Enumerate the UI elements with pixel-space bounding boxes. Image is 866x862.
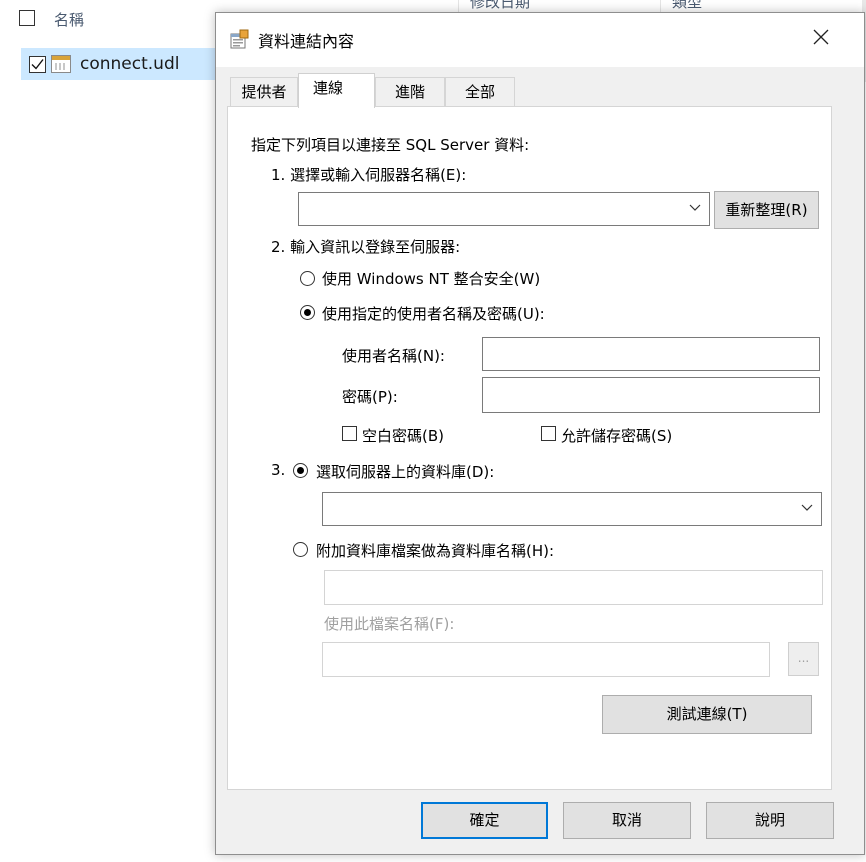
password-input[interactable] xyxy=(482,377,820,413)
blank-password-label[interactable]: 空白密碼(B) xyxy=(362,425,444,446)
column-header-name[interactable]: 名稱 xyxy=(54,9,84,30)
nt-security-label[interactable]: 使用 Windows NT 整合安全(W) xyxy=(322,268,540,289)
specific-user-label[interactable]: 使用指定的使用者名稱及密碼(U): xyxy=(322,303,545,324)
username-input[interactable] xyxy=(482,337,820,371)
checkmark-icon xyxy=(31,59,44,70)
allow-save-password-label[interactable]: 允許儲存密碼(S) xyxy=(561,425,672,446)
tab-connection[interactable]: 連線 xyxy=(298,73,375,108)
step1-label: 1. 選擇或輸入伺服器名稱(E): xyxy=(271,166,467,184)
step2-label: 2. 輸入資訊以登錄至伺服器: xyxy=(271,238,461,256)
data-link-icon xyxy=(230,29,250,49)
chevron-down-icon[interactable] xyxy=(689,204,701,212)
cancel-button[interactable]: 取消 xyxy=(563,802,691,839)
help-button[interactable]: 說明 xyxy=(706,802,834,839)
allow-save-password-checkbox[interactable] xyxy=(541,426,556,441)
database-combobox[interactable] xyxy=(322,492,822,526)
tab-advanced[interactable]: 進階 xyxy=(375,77,445,107)
sort-up-icon: ^ xyxy=(230,0,241,8)
tab-provider[interactable]: 提供者 xyxy=(230,77,298,107)
close-button[interactable] xyxy=(806,22,836,52)
blank-password-checkbox[interactable] xyxy=(342,426,357,441)
attach-db-file-label[interactable]: 附加資料庫檔案做為資料庫名稱(H): xyxy=(316,540,554,561)
refresh-button[interactable]: 重新整理(R) xyxy=(714,191,819,229)
column-header-date[interactable]: 修改日期 xyxy=(470,0,530,12)
udl-file-icon xyxy=(51,55,71,73)
use-filename-label: 使用此檔案名稱(F): xyxy=(324,615,455,633)
test-connection-button[interactable]: 測試連線(T) xyxy=(602,695,812,734)
filename-input[interactable] xyxy=(322,642,770,677)
dialog-title: 資料連結內容 xyxy=(258,32,355,51)
chevron-down-icon[interactable] xyxy=(801,504,813,512)
intro-text: 指定下列項目以連接至 SQL Server 資料: xyxy=(251,136,530,154)
column-header-type[interactable]: 類型 xyxy=(672,0,702,12)
ok-button[interactable]: 確定 xyxy=(421,802,548,839)
username-label: 使用者名稱(N): xyxy=(342,347,445,365)
tab-all[interactable]: 全部 xyxy=(445,77,515,107)
attach-db-file-radio[interactable] xyxy=(293,542,308,557)
file-name[interactable]: connect.udl xyxy=(80,54,179,74)
select-database-radio[interactable] xyxy=(293,463,308,478)
file-row-checkbox[interactable] xyxy=(29,56,46,73)
password-label: 密碼(P): xyxy=(342,388,398,406)
specific-user-radio[interactable] xyxy=(300,305,315,320)
nt-security-radio[interactable] xyxy=(300,271,315,286)
attach-db-name-input[interactable] xyxy=(324,570,823,605)
select-database-label[interactable]: 選取伺服器上的資料庫(D): xyxy=(316,461,494,482)
browse-button[interactable]: ... xyxy=(788,642,819,676)
server-name-combobox[interactable] xyxy=(298,192,710,226)
step3-number: 3. xyxy=(271,461,286,479)
select-all-checkbox[interactable] xyxy=(19,10,35,26)
close-icon xyxy=(813,29,829,45)
